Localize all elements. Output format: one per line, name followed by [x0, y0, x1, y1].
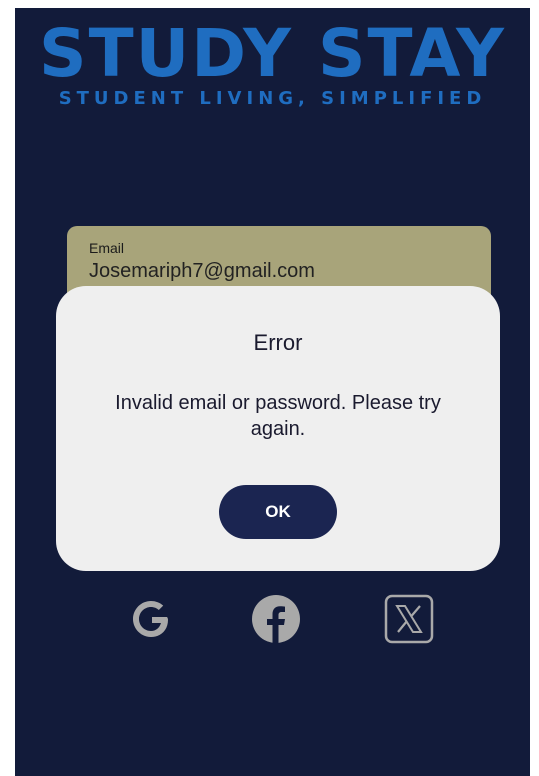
email-field-value[interactable]: Josemariph7@gmail.com [89, 260, 315, 283]
google-icon [133, 601, 168, 637]
facebook-icon [252, 595, 300, 643]
ok-button[interactable]: OK [219, 485, 337, 539]
x-icon [384, 594, 434, 644]
app-screen: STUDY STAY STUDENT LIVING, SIMPLIFIED Em… [15, 8, 530, 776]
google-login-button[interactable] [126, 594, 176, 644]
brand-logo-title: STUDY STAY [39, 15, 506, 92]
dialog-message: Invalid email or password. Please try ag… [115, 392, 441, 440]
dialog-title: Error [253, 330, 303, 355]
social-login-row [15, 594, 530, 644]
error-dialog: Error Invalid email or password. Please … [56, 286, 500, 571]
x-login-button[interactable] [384, 594, 434, 644]
email-field-label: Email [89, 240, 125, 256]
facebook-login-button[interactable] [251, 594, 301, 644]
brand-tagline: STUDENT LIVING, SIMPLIFIED [58, 88, 487, 109]
